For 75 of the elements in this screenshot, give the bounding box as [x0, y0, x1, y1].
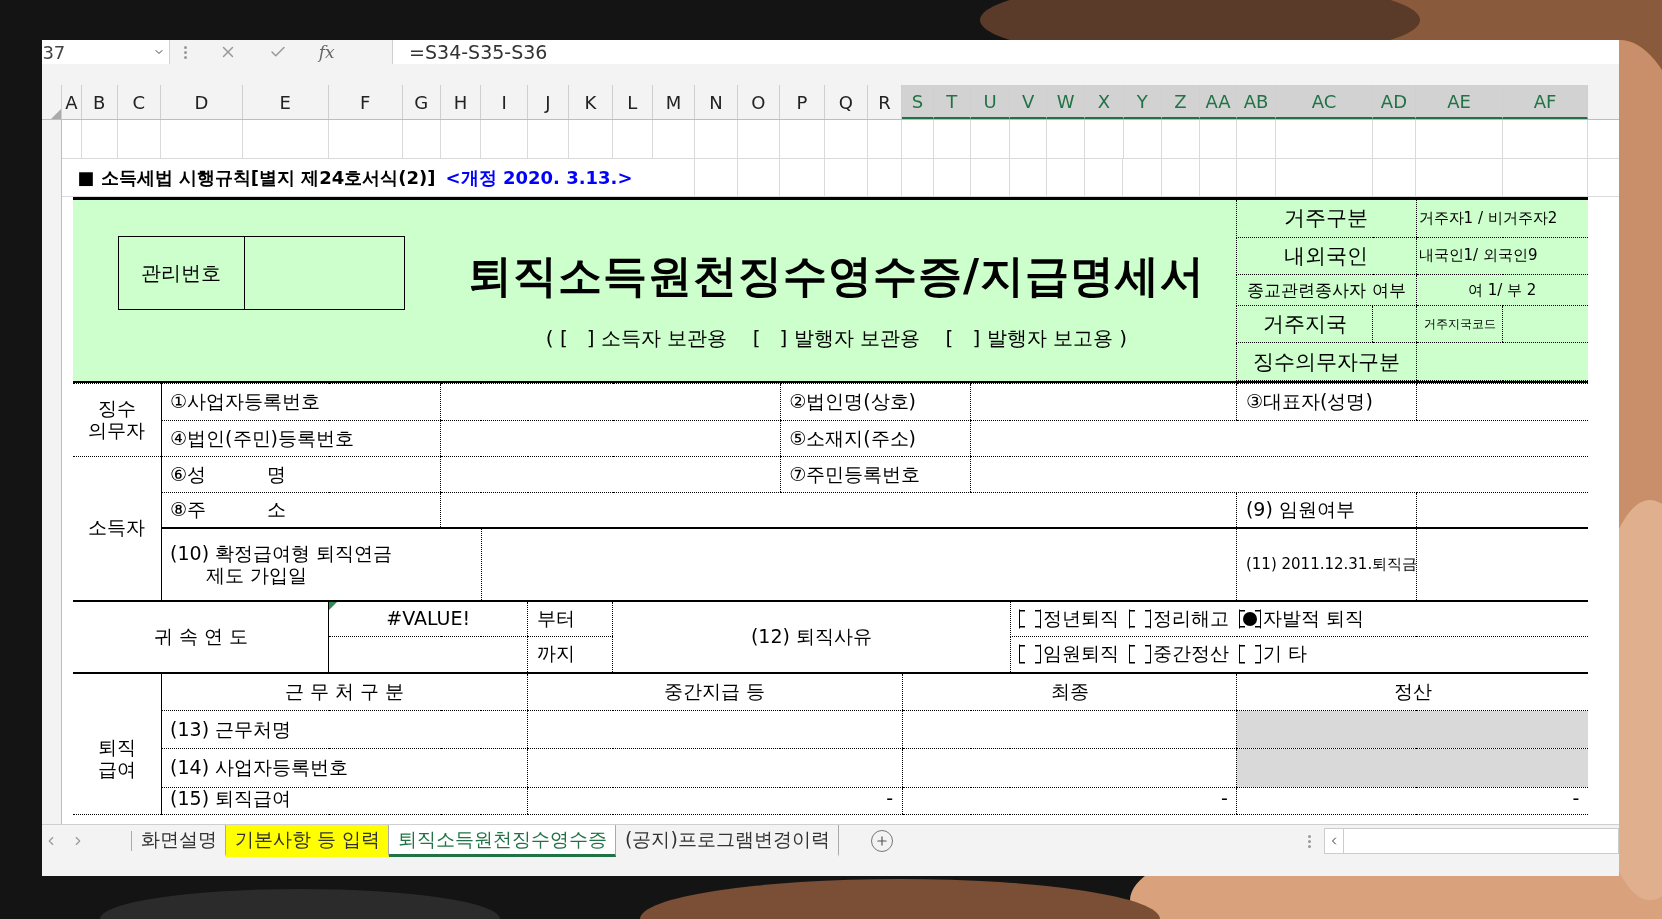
field-label: 귀 속 연 도: [73, 600, 329, 673]
field-label: ②법인명(상호): [780, 383, 971, 421]
option-label: 중간정산: [1153, 643, 1230, 666]
field-label: 거주지국코드: [1416, 305, 1503, 343]
field-label: ③대표자(성명): [1236, 383, 1417, 421]
formula-field[interactable]: =S34-S35-S36: [392, 40, 1619, 64]
option-label: 정년퇴직: [1043, 607, 1120, 630]
field-label: 거주구분: [1236, 200, 1417, 238]
field-label: (13) 근무처명: [161, 710, 528, 749]
field-label: (12) 퇴직사유: [612, 600, 1011, 673]
column-header[interactable]: S: [902, 85, 934, 120]
table-cell: -: [1236, 787, 1588, 815]
name-box[interactable]: 37: [42, 40, 170, 64]
sheet-tab[interactable]: 퇴직소득원천징수영수증: [389, 825, 617, 857]
column-header[interactable]: AF: [1503, 85, 1588, 120]
section-label: 징수 의무자: [73, 383, 162, 457]
column-header[interactable]: AA: [1199, 85, 1237, 120]
horizontal-scrollbar[interactable]: [1324, 828, 1619, 854]
column-header[interactable]: AB: [1237, 85, 1277, 120]
column-header[interactable]: T: [933, 85, 971, 120]
field-value: 내국인1/ 외국인9: [1416, 237, 1588, 275]
section-label: 소득자: [73, 456, 162, 601]
field-label: ⑦주민등록번호: [780, 456, 971, 493]
checkbox[interactable]: [1129, 644, 1152, 665]
table-cell: -: [902, 787, 1237, 815]
plus-icon: [875, 834, 890, 848]
more-icon: [184, 45, 188, 59]
cell-value: #VALUE!: [328, 600, 528, 637]
column-header[interactable]: V: [1010, 85, 1048, 120]
more-icon: [1308, 834, 1312, 848]
field-label: 종교관련종사자 여부: [1236, 274, 1417, 306]
field-label: (14) 사업자등록번호: [161, 748, 528, 788]
field-value: 여 1/ 부 2: [1416, 274, 1588, 306]
field-value: 거주자1 / 비거주자2: [1416, 200, 1588, 238]
field-label: ⑤소재지(주소): [780, 420, 971, 457]
copy-type-line: ( [ ] 소득자 보관용 [ ] 발행자 보관용 [ ] 발행자 보고용 ): [545, 325, 1128, 353]
field-label: ①사업자등록번호: [161, 383, 441, 421]
sheet-tab[interactable]: (공지)프로그램변경이력: [616, 825, 840, 857]
field-label: (15) 퇴직급여: [161, 787, 528, 815]
column-header[interactable]: U: [970, 85, 1011, 120]
field-label: ④법인(주민)등록번호: [161, 420, 441, 457]
checkbox[interactable]: [1019, 644, 1042, 665]
checkbox[interactable]: [1239, 644, 1262, 665]
column-header[interactable]: A: [62, 85, 82, 120]
form-reference: ■ 소득세법 시행규칙[별지 제24호서식(2)]: [77, 165, 436, 190]
field-label: 부터: [527, 600, 613, 637]
form-title: 퇴직소득원천징수영수증/지급명세서: [467, 248, 1205, 303]
section-label: 퇴직 급여: [73, 672, 162, 815]
field-label: 거주지국: [1236, 305, 1373, 343]
column-header[interactable]: Y: [1123, 85, 1162, 120]
option-label: 기 타: [1263, 643, 1308, 666]
checkbox[interactable]: [1129, 608, 1152, 629]
column-heading: 근 무 처 구 분: [161, 672, 528, 711]
column-header[interactable]: W: [1047, 85, 1086, 120]
sheet-tab[interactable]: 기본사항 등 입력: [226, 825, 390, 857]
field-label: 내외국인: [1236, 237, 1417, 275]
option-label: 임원퇴직: [1043, 643, 1120, 666]
option-label: 정리해고: [1153, 607, 1230, 630]
revision-date: <개정 2020. 3.13.>: [445, 165, 633, 190]
column-header[interactable]: Z: [1161, 85, 1200, 120]
field-label: (11) 2011.12.31.퇴직금: [1236, 528, 1417, 601]
option-label: 자발적 퇴직: [1263, 607, 1365, 630]
column-header[interactable]: X: [1085, 85, 1124, 120]
insert-function-button[interactable]: fx: [318, 42, 335, 62]
column-header[interactable]: AD: [1372, 85, 1417, 120]
column-heading: 중간지급 등: [527, 672, 903, 711]
column-header[interactable]: AC: [1276, 85, 1373, 120]
checkbox[interactable]: [1239, 608, 1262, 629]
checkbox[interactable]: [1019, 608, 1042, 629]
field-label: ⑥성 명: [161, 456, 441, 493]
column-header[interactable]: AE: [1416, 85, 1504, 120]
column-heading: 최종: [902, 672, 1237, 711]
field-label: (10) 확정급여형 퇴직연금 제도 가입일: [161, 528, 482, 601]
table-cell: -: [527, 787, 903, 815]
field-label: 징수의무자구분: [1236, 342, 1417, 381]
